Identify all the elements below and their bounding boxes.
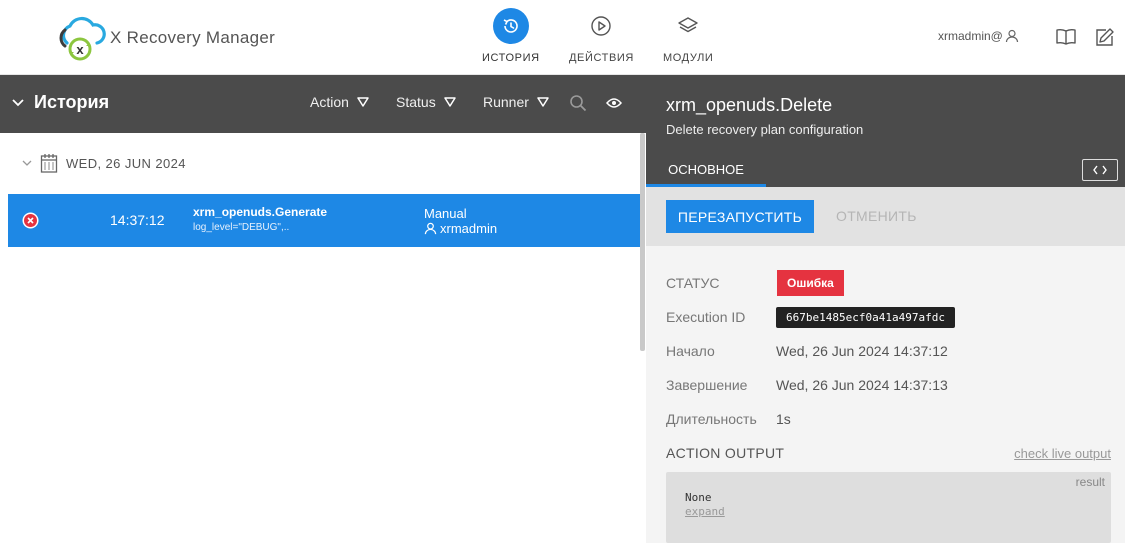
brand[interactable]: x X Recovery Manager [55,12,275,64]
start-value: Wed, 26 Jun 2024 14:37:12 [776,343,948,359]
action-output-title: ACTION OUTPUT [666,445,785,461]
chevron-down-icon [22,160,32,166]
user-icon [1005,29,1018,43]
filter-status[interactable]: Status [396,94,456,110]
top-header: x X Recovery Manager ИСТОРИЯ ДЕЙСТВИЯ МО… [0,0,1125,75]
start-label: Начало [666,343,715,359]
history-scrollbar[interactable] [640,133,645,351]
history-collapse-toggle[interactable]: История [12,92,109,113]
action-output-box: result None expand [666,472,1111,543]
caret-down-icon [443,97,456,107]
output-value: None [685,491,712,504]
execution-row[interactable]: 14:37:12 xrm_openuds.Generate log_level=… [8,194,641,247]
expand-link[interactable]: expand [685,505,725,518]
logo-icon: x [59,16,106,61]
search-icon [570,95,587,112]
execution-action: xrm_openuds.Generate [193,205,328,219]
execution-params: log_level="DEBUG",.. [193,222,290,233]
svg-text:x: x [76,42,84,57]
user-name: xrmadmin@ [938,29,1003,43]
execution-trigger: Manual [424,206,467,221]
nav-actions-label: ДЕЙСТВИЯ [569,52,634,64]
nav-history-label: ИСТОРИЯ [482,52,540,64]
end-label: Завершение [666,377,748,393]
app-name: X Recovery Manager [110,28,276,47]
execution-runner-name: xrmadmin [440,221,498,236]
docs-button[interactable] [1054,25,1078,49]
nav-modules-label: МОДУЛИ [663,52,714,64]
code-icon [1093,165,1107,175]
filter-runner[interactable]: Runner [483,94,549,110]
calendar-icon [40,154,58,173]
cancel-button: ОТМЕНИТЬ [836,208,917,224]
error-status-icon [22,212,39,229]
detail-actions: ПЕРЕЗАПУСТИТЬ ОТМЕНИТЬ [646,187,1125,246]
edit-icon [1096,28,1114,46]
duration-label: Длительность [666,411,757,427]
play-icon [583,8,619,44]
user-icon [424,222,437,235]
status-label: СТАТУС [666,275,720,291]
eye-icon [606,98,622,108]
history-title: История [34,92,110,112]
history-toolbar: История Action Status Runner [0,75,646,133]
search-button[interactable] [568,93,588,113]
nav-history[interactable]: ИСТОРИЯ [482,8,540,64]
end-value: Wed, 26 Jun 2024 14:37:13 [776,377,948,393]
toggle-visibility-button[interactable] [604,93,624,113]
output-result-label: result [1075,475,1105,489]
caret-down-icon [357,97,369,107]
filter-status-label: Status [396,94,436,110]
detail-title: xrm_openuds.Delete [666,95,833,115]
date-group-header[interactable]: WED, 26 JUN 2024 [22,153,186,173]
code-view-button[interactable] [1082,159,1118,181]
edit-button[interactable] [1093,25,1117,49]
execution-time: 14:37:12 [110,212,165,228]
book-icon [1056,28,1076,45]
filter-action[interactable]: Action [310,94,369,110]
caret-down-icon [537,97,549,107]
execution-id-label: Execution ID [666,309,746,325]
tab-general[interactable]: ОСНОВНОЕ [646,155,766,187]
check-live-output-link[interactable]: check live output [1014,446,1111,461]
detail-body: СТАТУС Ошибка Execution ID 667be1485ecf0… [646,246,1125,543]
nav-actions[interactable]: ДЕЙСТВИЯ [569,8,634,64]
user-menu[interactable]: xrmadmin@ [938,29,1019,43]
chevron-down-icon [12,98,24,106]
execution-id-value[interactable]: 667be1485ecf0a41a497afdc [776,307,955,328]
history-icon [492,8,529,44]
nav-modules[interactable]: МОДУЛИ [663,8,713,64]
duration-value: 1s [776,411,791,427]
execution-detail-header: xrm_openuds.Delete Delete recovery plan … [646,75,1125,187]
detail-description: Delete recovery plan configuration [666,122,864,137]
layers-icon [670,8,706,44]
filter-runner-label: Runner [483,94,529,110]
execution-runner: xrmadmin [424,221,497,236]
status-badge: Ошибка [777,270,844,296]
history-list: WED, 26 JUN 2024 14:37:12 xrm_openuds.Ge… [0,133,646,543]
rerun-button[interactable]: ПЕРЕЗАПУСТИТЬ [666,200,814,233]
filter-action-label: Action [310,94,349,110]
date-group-label: WED, 26 JUN 2024 [66,155,186,171]
